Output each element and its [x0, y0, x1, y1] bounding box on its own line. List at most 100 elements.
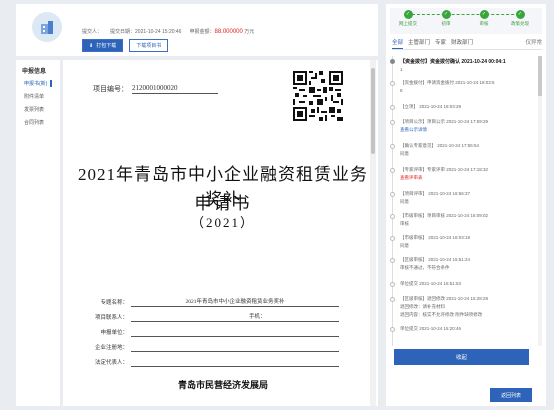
step-label: 初审	[441, 21, 451, 26]
form-label: 项目联系人：	[94, 315, 128, 321]
form-row-contact: 项目联系人： 手机：	[83, 307, 339, 322]
company-icon	[32, 12, 62, 42]
tab-all[interactable]: 全部	[392, 38, 404, 49]
package-download-label: 打包下载	[96, 43, 117, 49]
entry-title: 单位提交	[400, 281, 418, 286]
nav-title: 申报信息	[22, 69, 47, 75]
submitter-label: 提交人：	[82, 29, 103, 35]
timeline-entry: 【项目公示】项目公示 2021-10-24 17:59:29 查看公示详情	[390, 119, 543, 133]
project-number-value: 2120001000020	[132, 84, 218, 94]
entry-title: 【专家评审】专家评审	[400, 167, 445, 172]
check-icon: ✓	[515, 10, 525, 19]
step-label: 审核	[479, 21, 489, 26]
entry-time: 2021-10-24 16:03:19	[428, 235, 471, 240]
nav-item-application[interactable]: 申报书(新)	[24, 80, 53, 87]
entry-time: 2021-10-24 16:56:37	[428, 191, 471, 196]
timeline-entry: 【市级审核】 2021-10-24 16:03:19 同意	[390, 235, 543, 249]
entry-time: 2021-10-24 00:04:1	[461, 59, 506, 65]
timeline-dot	[390, 214, 395, 219]
package-download-button[interactable]: ⬇ 打包下载	[82, 39, 124, 52]
timeline-entry: 【市级审核】项目审核 2021-10-24 16:09:02 审核	[390, 213, 543, 227]
tab-expert[interactable]: 专家	[435, 38, 446, 49]
step-first-review: ✓ 初审	[434, 10, 458, 27]
timeline-scrollbar-thumb[interactable]	[538, 56, 542, 96]
entry-note: 退回修改：请补充材料	[400, 304, 445, 309]
entry-title: 【项目评审】	[400, 191, 427, 196]
entry-title: 【市级审核】	[400, 235, 427, 240]
timeline-entry: 【专家评审】专家评审 2021-10-24 17:18:32 查看评审表	[390, 167, 543, 181]
entry-title: 【区级审核】退回修改	[400, 296, 445, 301]
document-title-year: （2021）	[190, 215, 255, 230]
submit-date-label: 提交日期：	[110, 29, 136, 35]
collapse-button[interactable]: 收起	[394, 349, 529, 365]
scrollbar-thumb[interactable]	[371, 68, 375, 154]
approval-timeline: 【资金拨付】资金拨付确认 2021-10-24 00:04:1 1 【资金拨付】申…	[390, 56, 543, 346]
document-title-line2: 申请书	[194, 194, 252, 213]
entry-time: 2021-10-24 15:51:53	[419, 281, 462, 286]
form-value	[131, 341, 339, 352]
step-label: 政策兑现	[511, 21, 529, 26]
download-project-book-label: 下载项目书	[136, 43, 162, 49]
step-label: 网上提交	[399, 21, 417, 26]
nav-item-contracts[interactable]: 合同列表	[24, 119, 44, 126]
timeline-entry: 【立项】 2021-10-24 18:03:29	[390, 104, 543, 110]
project-number: 项目编号： 2120001000020	[93, 84, 218, 94]
step-submit: ✓ 网上提交	[396, 10, 420, 27]
check-icon: ✓	[479, 10, 489, 19]
entry-title: 【立项】	[400, 104, 418, 109]
document-page: 项目编号： 2120001000020 2021年青岛市中小企业融资租赁业务奖补…	[73, 60, 373, 406]
form-label: 法定代表人：	[94, 360, 128, 366]
application-header: 提交人： 提交日期：2021-10-24 15:20:46 申报金额：88.00…	[16, 4, 378, 56]
entry-title: 单位提交	[400, 326, 418, 331]
entry-note-2: 退回内容：核实不允许修改 附件缺项修改	[400, 312, 483, 317]
timeline-entry: 【资金拨付】申请资金拨付 2021-10-24 18:03:5 8	[390, 80, 543, 93]
form-value	[131, 356, 339, 367]
entry-note: 8	[400, 88, 403, 93]
nav-item-invoices[interactable]: 发票列表	[24, 106, 44, 113]
entry-note: 同意	[400, 199, 409, 204]
filter-tabs: 全部 主管部门 专家 财政部门 仅异常	[392, 38, 542, 50]
timeline-entry: 【资金拨付】资金拨付确认 2021-10-24 00:04:1 1	[390, 58, 543, 72]
entry-note: 同意	[400, 151, 409, 156]
progress-steps: ✓ 网上提交 ✓ 初审 ✓ 审核 ✓ 政策兑现	[390, 8, 542, 34]
timeline-entry: 【区级审核】退回修改 2021-10-24 15:28:28 退回修改：请补充材料…	[390, 296, 543, 318]
timeline-dot	[390, 297, 395, 302]
document-scrollbar[interactable]	[370, 60, 376, 406]
entry-title: 【确认专家意见】	[400, 143, 436, 148]
view-review-sheet-link[interactable]: 查看评审表	[400, 175, 543, 181]
cover-form: 专题名称： 2021年青岛市中小企业融资租赁业务奖补 项目联系人： 手机： 申报…	[83, 292, 339, 367]
document-viewer[interactable]: 项目编号： 2120001000020 2021年青岛市中小企业融资租赁业务奖补…	[63, 60, 378, 406]
entry-time: 2021-10-24 15:51:24	[428, 257, 471, 262]
left-sidebar: 申报信息 申报书(新) 附件清单 发票列表 合同列表	[16, 60, 60, 406]
timeline-scrollbar[interactable]	[538, 56, 542, 346]
timeline-dot	[390, 81, 395, 86]
entry-note: 1	[400, 67, 403, 72]
tab-finance[interactable]: 财政部门	[451, 38, 473, 49]
qr-code-image	[293, 71, 343, 121]
apply-amount-label: 申报金额：	[189, 29, 215, 35]
download-project-book-button[interactable]: 下载项目书	[129, 39, 169, 52]
entry-title: 【市级审核】项目审核	[400, 213, 445, 218]
timeline-entry: 单位提交 2021-10-24 15:20:46	[390, 326, 543, 332]
form-row-unit: 申报单位：	[83, 322, 339, 337]
entry-time: 2021-10-24 16:09:02	[446, 213, 489, 218]
form-value	[131, 326, 339, 337]
tab-department[interactable]: 主管部门	[408, 38, 430, 49]
timeline-dot	[390, 282, 395, 287]
issuing-organization: 青岛市民营经济发展局	[177, 380, 268, 390]
form-row-legal-rep: 法定代表人：	[83, 352, 339, 367]
form-value: 手机：	[131, 311, 339, 322]
timeline-dot	[390, 59, 395, 64]
timeline-dot	[390, 236, 395, 241]
timeline-dot	[390, 144, 395, 149]
nav-item-attachments[interactable]: 附件清单	[24, 93, 44, 100]
entry-time: 2021-10-24 18:03:5	[455, 80, 495, 85]
timeline-entry: 单位提交 2021-10-24 15:51:53	[390, 281, 543, 287]
entry-title: 【区级审核】	[400, 257, 427, 262]
return-list-button[interactable]: 返回列表	[490, 388, 532, 402]
form-label: 申报单位：	[100, 330, 128, 336]
view-publicity-link[interactable]: 查看公示详情	[400, 127, 543, 133]
entry-note: 同意	[400, 243, 409, 248]
entry-time: 2021-10-24 15:20:46	[419, 326, 462, 331]
tab-abnormal-only[interactable]: 仅异常	[525, 38, 542, 49]
